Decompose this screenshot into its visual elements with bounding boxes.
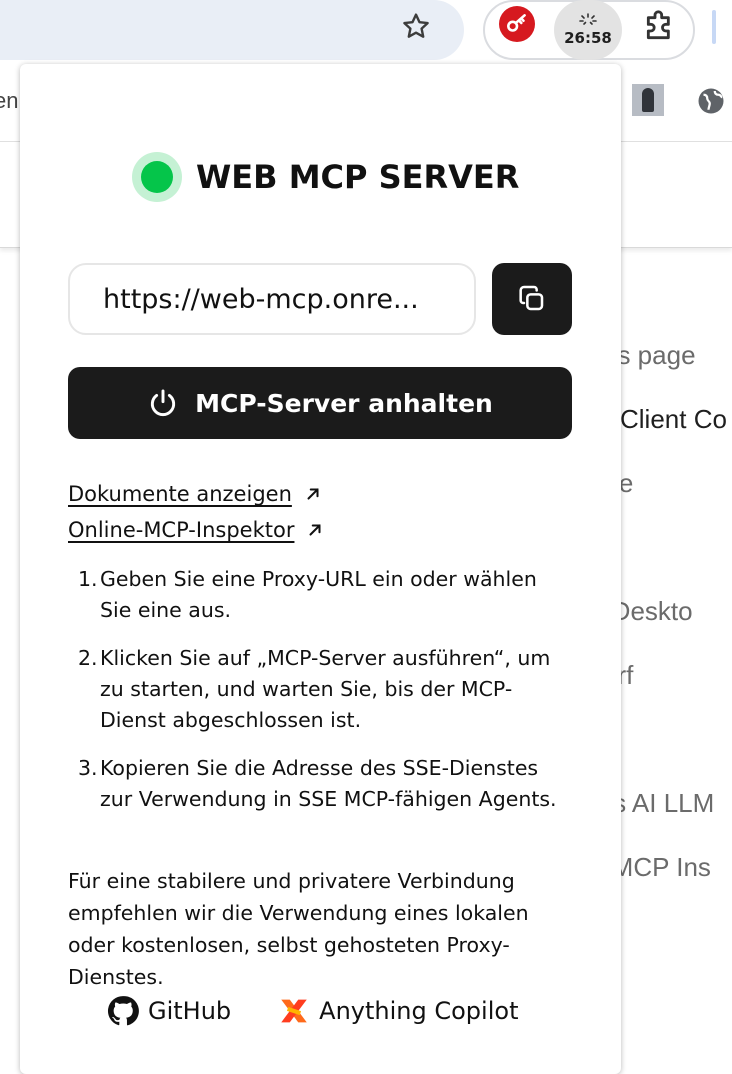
github-label: GitHub [148, 997, 232, 1025]
instruction-step: 1. Geben Sie eine Proxy-URL ein oder wäh… [68, 564, 568, 626]
external-link-icon [307, 488, 319, 500]
bookmark-favicon[interactable] [632, 84, 664, 116]
step-text: Kopieren Sie die Adresse des SSE-Dienste… [100, 756, 557, 811]
proxy-recommendation-note: Für eine stabilere und privatere Verbind… [68, 869, 529, 989]
anything-copilot-link[interactable]: Anything Copilot [277, 994, 518, 1028]
bookmark-label-fragment[interactable]: en [0, 88, 18, 114]
step-number: 1. [78, 567, 98, 591]
browser-toolbar: 26:58 [0, 0, 732, 64]
popup-footer: GitHub Anything Copilot [106, 994, 518, 1028]
loading-spinner-icon [579, 13, 597, 25]
power-icon [151, 389, 176, 417]
popup-header: WEB MCP SERVER [132, 152, 519, 202]
step-text: Geben Sie eine Proxy-URL ein oder wählen… [100, 567, 537, 622]
toc-item[interactable]: Client Co [620, 404, 727, 435]
external-link-icon [309, 524, 321, 536]
mcp-inspector-link[interactable]: Online-MCP-Inspektor [68, 518, 294, 542]
inspector-link-row: Online-MCP-Inspektor [68, 512, 324, 548]
copy-url-button[interactable] [492, 263, 572, 335]
server-url-field[interactable] [68, 263, 476, 335]
password-manager-extension-icon[interactable] [499, 6, 535, 42]
popup-title: WEB MCP SERVER [196, 158, 520, 196]
links-list: Dokumente anzeigen Online-MCP-Inspektor [68, 476, 324, 548]
status-indicator-icon [132, 152, 182, 202]
step-number: 3. [78, 756, 98, 780]
timer-extension-button[interactable]: 26:58 [554, 0, 622, 60]
extensions-puzzle-icon[interactable] [640, 6, 680, 46]
instructions-list: 1. Geben Sie eine Proxy-URL ein oder wäh… [68, 564, 568, 832]
status-indicator-dot [141, 161, 173, 193]
step-text: Klicken Sie auf „MCP-Server ausführen“, … [100, 646, 551, 732]
timer-badge-text: 26:58 [564, 29, 612, 47]
stop-server-button[interactable]: MCP-Server anhalten [68, 367, 572, 439]
profile-button-edge[interactable] [712, 10, 716, 44]
web-mcp-popup: WEB MCP SERVER MCP-Server anhalten Dokum… [20, 64, 621, 1074]
stop-server-label: MCP-Server anhalten [195, 388, 493, 418]
docs-link-row: Dokumente anzeigen [68, 476, 324, 512]
copy-icon [519, 285, 544, 311]
address-bar[interactable] [0, 0, 464, 60]
anything-copilot-label: Anything Copilot [319, 997, 519, 1025]
bookmark-star-icon[interactable] [396, 6, 436, 46]
instruction-step: 2. Klicken Sie auf „MCP-Server ausführen… [68, 643, 568, 736]
github-icon [107, 996, 139, 1026]
instruction-step: 3. Kopieren Sie die Adresse des SSE-Dien… [68, 753, 568, 815]
globe-icon[interactable] [696, 86, 726, 116]
anything-copilot-logo-icon [281, 999, 307, 1023]
github-link[interactable]: GitHub [106, 994, 231, 1028]
step-number: 2. [78, 646, 98, 670]
view-docs-link[interactable]: Dokumente anzeigen [68, 482, 292, 506]
